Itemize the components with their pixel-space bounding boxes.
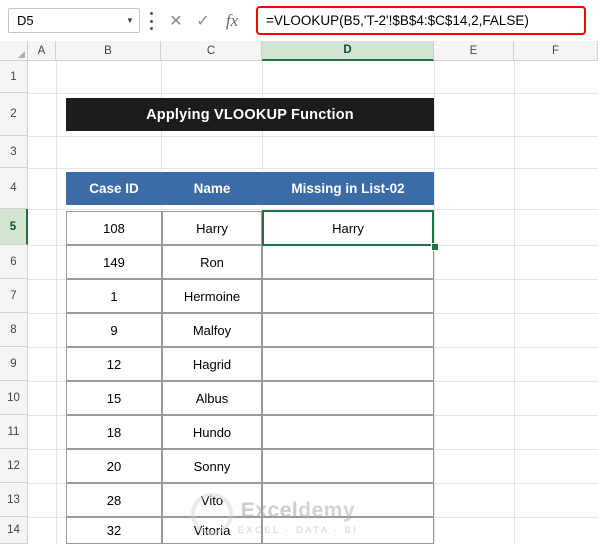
gridline xyxy=(434,61,435,544)
formula-bar: D5 ▼ ✕ ✓ fx =VLOOKUP(B5,'T-2'!$B$4:$C$14… xyxy=(0,0,598,41)
insert-function-icon[interactable]: fx xyxy=(221,10,243,32)
cell-case-id[interactable]: 12 xyxy=(66,347,162,381)
column-header-f[interactable]: F xyxy=(514,41,598,61)
sheet-title: Applying VLOOKUP Function xyxy=(66,98,434,131)
cell-missing[interactable] xyxy=(262,381,434,415)
row-header-14[interactable]: 14 xyxy=(0,517,28,544)
gridline xyxy=(514,61,515,544)
cell-case-id[interactable]: 9 xyxy=(66,313,162,347)
cell-name[interactable]: Hundo xyxy=(162,415,262,449)
cell-missing[interactable] xyxy=(262,245,434,279)
row-header-11[interactable]: 11 xyxy=(0,415,28,449)
cell-name[interactable]: Malfoy xyxy=(162,313,262,347)
row-header-3[interactable]: 3 xyxy=(0,136,28,168)
row-header-2[interactable]: 2 xyxy=(0,93,28,136)
name-box-value: D5 xyxy=(17,13,34,28)
gridline xyxy=(28,136,598,137)
gridline xyxy=(56,61,57,544)
name-box[interactable]: D5 ▼ xyxy=(8,8,140,33)
formula-text: =VLOOKUP(B5,'T-2'!$B$4:$C$14,2,FALSE) xyxy=(266,13,529,28)
row-header-5[interactable]: 5 xyxy=(0,209,28,245)
row-header-6[interactable]: 6 xyxy=(0,245,28,279)
cell-missing[interactable] xyxy=(262,483,434,517)
gridline xyxy=(28,93,598,94)
excel-window: D5 ▼ ✕ ✓ fx =VLOOKUP(B5,'T-2'!$B$4:$C$14… xyxy=(0,0,598,544)
cell-missing-active[interactable]: Harry xyxy=(262,210,434,246)
cell-name[interactable]: Harry xyxy=(162,211,262,245)
column-header-a[interactable]: A xyxy=(28,41,56,61)
cell-missing[interactable] xyxy=(262,313,434,347)
cell-missing[interactable] xyxy=(262,415,434,449)
cell-case-id[interactable]: 108 xyxy=(66,211,162,245)
row-header-7[interactable]: 7 xyxy=(0,279,28,313)
cell-missing[interactable] xyxy=(262,517,434,544)
cancel-icon[interactable]: ✕ xyxy=(165,10,187,32)
table-header-case-id: Case ID xyxy=(66,172,162,205)
cell-name[interactable]: Sonny xyxy=(162,449,262,483)
cell-case-id[interactable]: 1 xyxy=(66,279,162,313)
cell-missing[interactable] xyxy=(262,449,434,483)
row-header-8[interactable]: 8 xyxy=(0,313,28,347)
cell-case-id[interactable]: 28 xyxy=(66,483,162,517)
table-header-missing: Missing in List-02 xyxy=(262,172,434,205)
row-header-9[interactable]: 9 xyxy=(0,347,28,381)
cell-name[interactable]: Ron xyxy=(162,245,262,279)
table-header-name: Name xyxy=(162,172,262,205)
enter-icon[interactable]: ✓ xyxy=(192,10,214,32)
chevron-down-icon[interactable]: ▼ xyxy=(121,16,139,25)
cell-name[interactable]: Hermoine xyxy=(162,279,262,313)
row-header-10[interactable]: 10 xyxy=(0,381,28,415)
row-header-4[interactable]: 4 xyxy=(0,168,28,209)
row-header-1[interactable]: 1 xyxy=(0,61,28,93)
column-header-e[interactable]: E xyxy=(434,41,514,61)
fill-handle[interactable] xyxy=(431,243,439,251)
cell-name[interactable]: Vito xyxy=(162,483,262,517)
cell-name[interactable]: Albus xyxy=(162,381,262,415)
spreadsheet-grid[interactable]: A B C D E F 1 2 3 4 5 6 7 8 9 10 11 12 1… xyxy=(0,41,598,544)
cell-missing[interactable] xyxy=(262,279,434,313)
cell-name[interactable]: Vitoria xyxy=(162,517,262,544)
column-header-d[interactable]: D xyxy=(262,41,434,61)
cell-case-id[interactable]: 18 xyxy=(66,415,162,449)
cell-name[interactable]: Hagrid xyxy=(162,347,262,381)
column-header-b[interactable]: B xyxy=(56,41,161,61)
row-header-12[interactable]: 12 xyxy=(0,449,28,483)
gridline xyxy=(28,168,598,169)
select-all-corner[interactable] xyxy=(0,41,28,61)
cell-case-id[interactable]: 15 xyxy=(66,381,162,415)
cell-case-id[interactable]: 20 xyxy=(66,449,162,483)
cell-case-id[interactable]: 32 xyxy=(66,517,162,544)
more-options-icon[interactable] xyxy=(147,12,155,30)
cell-missing[interactable] xyxy=(262,347,434,381)
cell-case-id[interactable]: 149 xyxy=(66,245,162,279)
formula-input[interactable]: =VLOOKUP(B5,'T-2'!$B$4:$C$14,2,FALSE) xyxy=(256,6,586,35)
row-header-13[interactable]: 13 xyxy=(0,483,28,517)
column-header-c[interactable]: C xyxy=(161,41,262,61)
